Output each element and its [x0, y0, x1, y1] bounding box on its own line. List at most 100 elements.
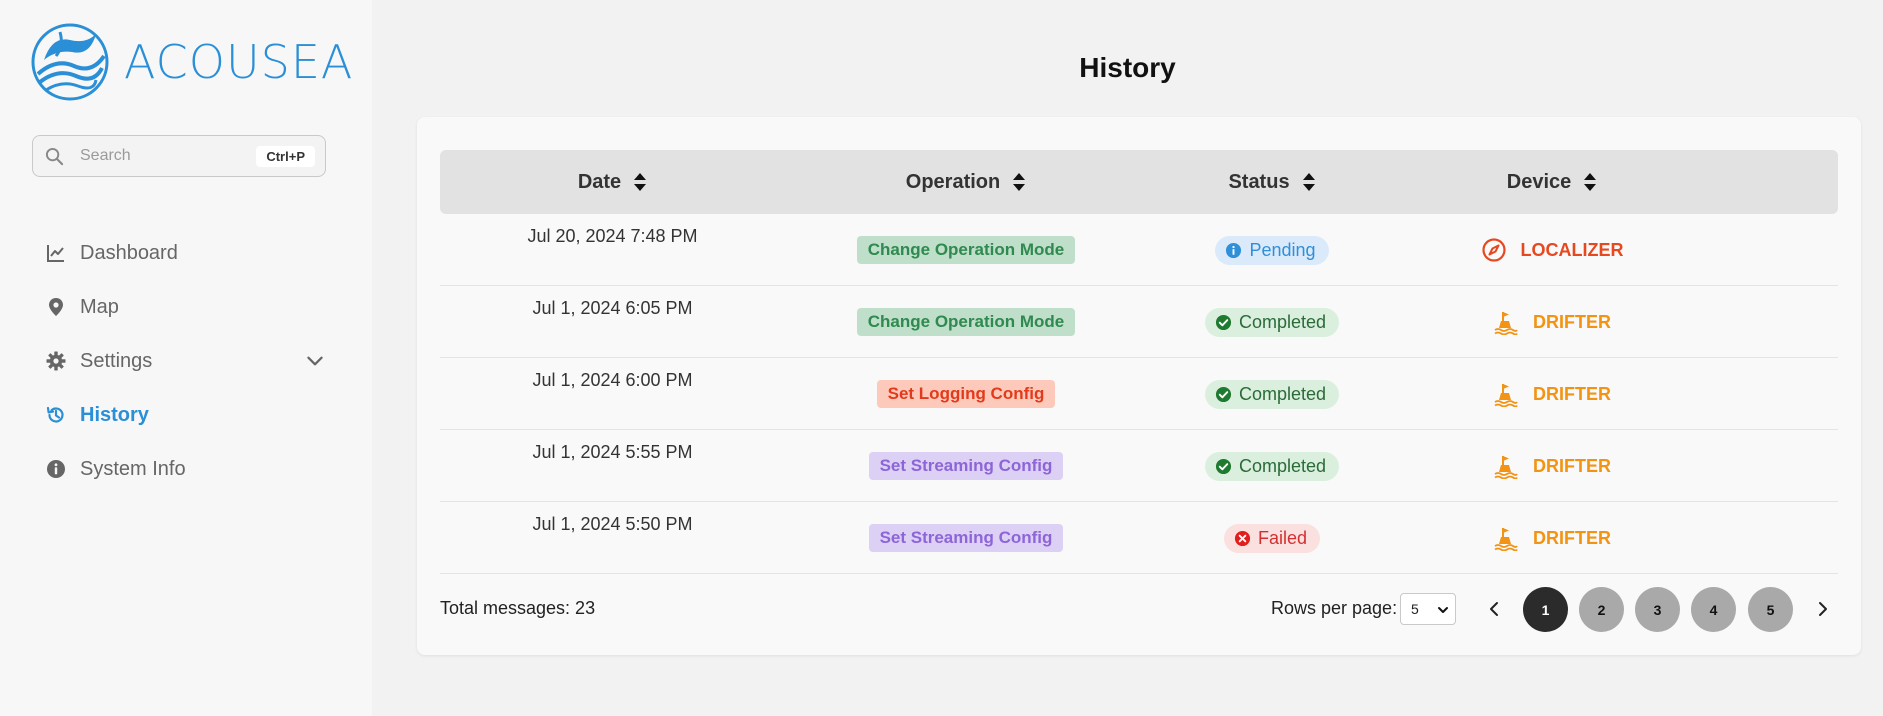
device-label[interactable]: LOCALIZER [1481, 237, 1624, 263]
row-device-cell: DRIFTER [1397, 430, 1707, 502]
status-badge: Completed [1204, 379, 1340, 409]
acousea-logo-icon [31, 23, 109, 101]
row-date: Jul 20, 2024 7:48 PM [527, 225, 698, 246]
device-label[interactable]: DRIFTER [1493, 453, 1611, 479]
table-row[interactable]: Jul 1, 2024 6:05 PM Change Operation Mod… [440, 286, 1838, 358]
sort-icon [1584, 173, 1597, 191]
check-circle-icon [1215, 386, 1232, 402]
sort-icon [1013, 173, 1026, 191]
column-header-date[interactable]: Date [440, 171, 785, 194]
check-circle-icon [1215, 314, 1232, 330]
gear-icon [46, 351, 66, 371]
map-pin-icon [49, 298, 63, 316]
sidebar-item-label: Map [80, 295, 119, 318]
row-operation-cell: Set Streaming Config [785, 502, 1147, 574]
brand-logo[interactable]: ACOUSEA [30, 22, 353, 102]
column-header-status[interactable]: Status [1147, 171, 1397, 194]
row-operation-cell: Change Operation Mode [785, 286, 1147, 358]
column-header-label: Device [1506, 170, 1572, 193]
row-device-cell: DRIFTER [1397, 358, 1707, 430]
sort-icon [634, 173, 647, 191]
table-row[interactable]: Jul 1, 2024 5:50 PM Set Streaming Config… [440, 502, 1838, 574]
sidebar-item-label: System Info [80, 457, 186, 480]
device-label[interactable]: DRIFTER [1493, 309, 1611, 335]
info-icon [1226, 242, 1242, 258]
sidebar-nav: Dashboard Map Settings History System In… [46, 226, 326, 496]
sidebar-item-label: History [80, 403, 149, 426]
page-button-4[interactable]: 4 [1691, 587, 1736, 632]
status-badge: Pending [1215, 235, 1329, 265]
page-button-2[interactable]: 2 [1579, 587, 1624, 632]
table-row[interactable]: Jul 1, 2024 6:00 PM Set Logging Config C… [440, 358, 1838, 430]
sidebar-item-system-info[interactable]: System Info [46, 442, 326, 496]
search-icon [45, 147, 64, 165]
row-status-cell: Completed [1147, 430, 1397, 502]
buoy-icon [1494, 528, 1518, 551]
row-date: Jul 1, 2024 6:00 PM [532, 369, 693, 390]
device-label[interactable]: DRIFTER [1493, 381, 1611, 407]
total-messages: Total messages: 23 [440, 598, 596, 618]
table-row[interactable]: Jul 20, 2024 7:48 PM Change Operation Mo… [440, 214, 1838, 286]
brand-name: ACOUSEA [124, 35, 354, 89]
search-placeholder: Search [80, 147, 131, 164]
info-circle-icon [47, 460, 65, 478]
rows-per-page-value: 5 [1411, 601, 1419, 617]
rows-per-page-label: Rows per page: [1271, 598, 1398, 618]
buoy-icon [1494, 456, 1518, 479]
previous-page-button[interactable] [1483, 597, 1507, 621]
chart-line-icon [47, 245, 64, 262]
chevron-right-icon [1819, 602, 1827, 616]
row-date: Jul 1, 2024 5:50 PM [532, 513, 693, 534]
page-title: History [1079, 52, 1176, 83]
page-button-1[interactable]: 1 [1523, 587, 1568, 632]
sidebar-item-label: Dashboard [80, 241, 178, 264]
device-name: LOCALIZER [1520, 239, 1624, 260]
next-page-button[interactable] [1810, 597, 1834, 621]
row-operation-cell: Change Operation Mode [785, 214, 1147, 286]
device-name: DRIFTER [1533, 311, 1611, 332]
chevron-down-icon [1438, 607, 1448, 613]
status-badge: Failed [1223, 523, 1321, 553]
device-label[interactable]: DRIFTER [1493, 525, 1611, 551]
page-button-3[interactable]: 3 [1635, 587, 1680, 632]
device-name: DRIFTER [1533, 455, 1611, 476]
table-row[interactable]: Jul 1, 2024 5:55 PM Set Streaming Config… [440, 430, 1838, 502]
status-label: Completed [1238, 455, 1327, 476]
row-status-cell: Completed [1147, 286, 1397, 358]
column-header-operation[interactable]: Operation [785, 171, 1147, 194]
sidebar-item-settings[interactable]: Settings [46, 334, 326, 388]
operation-tag: Set Streaming Config [868, 524, 1064, 552]
device-name: DRIFTER [1533, 383, 1611, 404]
search-input[interactable]: Search Ctrl+P [32, 135, 326, 177]
compass-icon [1481, 238, 1506, 262]
sidebar-item-history[interactable]: History [46, 388, 326, 442]
chevron-left-icon [1490, 602, 1498, 616]
row-status-cell: Failed [1147, 502, 1397, 574]
row-operation-cell: Set Streaming Config [785, 430, 1147, 502]
row-status-cell: Completed [1147, 358, 1397, 430]
history-table-card: Date Operation Status Device Jul 20, 202… [417, 117, 1861, 655]
status-label: Completed [1238, 383, 1327, 404]
sidebar-item-dashboard[interactable]: Dashboard [46, 226, 326, 280]
check-circle-icon [1215, 458, 1232, 474]
row-date: Jul 1, 2024 5:55 PM [532, 441, 693, 462]
row-device-cell: DRIFTER [1397, 286, 1707, 358]
operation-tag: Change Operation Mode [856, 308, 1076, 336]
row-status-cell: Pending [1147, 214, 1397, 286]
chevron-down-icon[interactable] [304, 350, 326, 372]
sidebar-item-map[interactable]: Map [46, 280, 326, 334]
buoy-icon [1494, 312, 1518, 335]
rows-per-page-select[interactable]: 5 [1400, 593, 1456, 625]
row-device-cell: DRIFTER [1397, 502, 1707, 574]
status-label: Failed [1257, 527, 1308, 548]
row-operation-cell: Set Logging Config [785, 358, 1147, 430]
operation-tag: Set Logging Config [876, 380, 1056, 408]
column-header-device[interactable]: Device [1397, 171, 1707, 194]
column-header-label: Operation [905, 170, 1001, 193]
history-icon [46, 406, 64, 423]
buoy-icon [1494, 384, 1518, 407]
operation-tag: Change Operation Mode [856, 236, 1076, 264]
table-header: Date Operation Status Device [440, 150, 1838, 214]
page-button-5[interactable]: 5 [1748, 587, 1793, 632]
status-badge: Completed [1204, 451, 1340, 481]
